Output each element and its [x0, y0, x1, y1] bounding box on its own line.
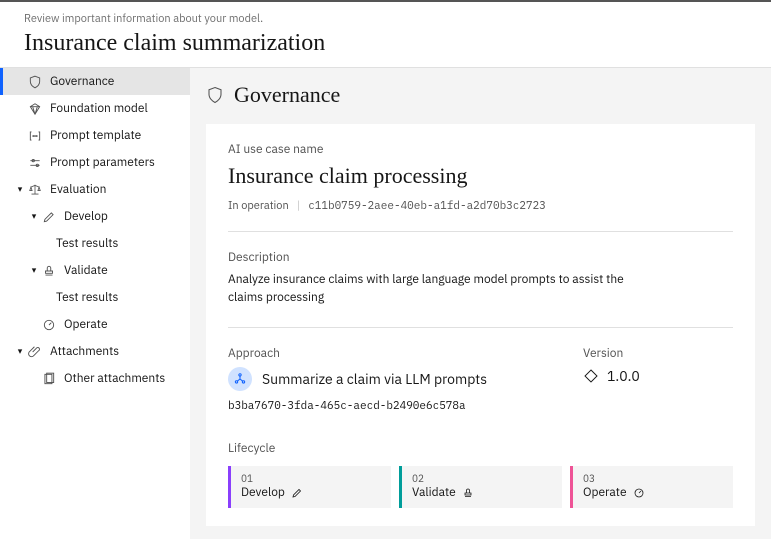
lifecycle-steps: 01 Develop 02 Validate 03 O: [228, 466, 733, 508]
shield-icon: [28, 75, 44, 89]
sidebar-item-prompt-parameters[interactable]: Prompt parameters: [0, 149, 190, 176]
sidebar-item-label: Foundation model: [50, 101, 148, 116]
lifecycle-label: Lifecycle: [228, 441, 733, 456]
sidebar-item-label: Develop: [64, 209, 108, 224]
sliders-icon: [28, 156, 44, 170]
page-title: Insurance claim summarization: [24, 30, 751, 57]
governance-card: AI use case name Insurance claim process…: [206, 124, 755, 526]
pencil-icon: [42, 210, 58, 224]
chevron-down-icon: ▾: [28, 265, 40, 276]
usecase-id: c11b0759-2aee-40eb-a1fd-a2d70b3c2723: [308, 199, 546, 213]
stamp-icon: [462, 487, 474, 499]
sidebar-item-operate[interactable]: Operate: [0, 311, 190, 338]
sidebar-item-label: Evaluation: [50, 182, 106, 197]
sidebar-item-validate-test-results[interactable]: Test results: [0, 284, 190, 311]
lifecycle-step-num: 02: [412, 472, 552, 485]
version-value: 1.0.0: [607, 367, 640, 385]
sidebar-item-label: Other attachments: [64, 371, 165, 386]
paperclip-icon: [28, 345, 44, 359]
approach-block: Approach Summarize a claim via LLM promp…: [228, 346, 583, 413]
lifecycle-step-develop[interactable]: 01 Develop: [228, 466, 391, 508]
page-header: Review important information about your …: [0, 2, 771, 67]
header-subtitle: Review important information about your …: [24, 12, 751, 26]
sidebar: Governance Foundation model Prompt templ…: [0, 67, 190, 539]
sidebar-item-label: Attachments: [50, 344, 119, 359]
sidebar-item-label: Test results: [56, 290, 118, 305]
sidebar-item-label: Prompt parameters: [50, 155, 155, 170]
gauge-icon: [633, 487, 645, 499]
lifecycle-step-num: 01: [241, 472, 381, 485]
lifecycle-step-validate[interactable]: 02 Validate: [399, 466, 562, 508]
diamond-icon: [28, 102, 44, 116]
lifecycle-step-name: Operate: [583, 485, 723, 500]
scale-icon: [28, 183, 44, 197]
chevron-down-icon: ▾: [14, 184, 26, 195]
chevron-down-icon: ▾: [28, 211, 40, 222]
gauge-icon: [42, 318, 58, 332]
sidebar-item-governance[interactable]: Governance: [0, 68, 190, 95]
sidebar-item-label: Operate: [64, 317, 108, 332]
separator: |: [297, 199, 300, 213]
stamp-icon: [42, 264, 58, 278]
chevron-down-icon: ▾: [14, 346, 26, 357]
sidebar-item-develop-test-results[interactable]: Test results: [0, 230, 190, 257]
lifecycle-step-operate[interactable]: 03 Operate: [570, 466, 733, 508]
usecase-name: Insurance claim processing: [228, 163, 733, 189]
sidebar-item-validate[interactable]: ▾ Validate: [0, 257, 190, 284]
sidebar-item-attachments[interactable]: ▾ Attachments: [0, 338, 190, 365]
version-label: Version: [583, 346, 733, 361]
shield-icon: [206, 86, 224, 104]
sidebar-item-label: Prompt template: [50, 128, 141, 143]
main-content: Governance AI use case name Insurance cl…: [190, 67, 771, 539]
usecase-meta: In operation | c11b0759-2aee-40eb-a1fd-a…: [228, 199, 733, 232]
pencil-icon: [291, 487, 303, 499]
brackets-icon: [28, 129, 44, 143]
sidebar-item-prompt-template[interactable]: Prompt template: [0, 122, 190, 149]
usecase-label: AI use case name: [228, 142, 733, 157]
approach-id: b3ba7670-3fda-465c-aecd-b2490e6c578a: [228, 399, 583, 413]
sidebar-item-evaluation[interactable]: ▾ Evaluation: [0, 176, 190, 203]
page-body: Governance Foundation model Prompt templ…: [0, 67, 771, 539]
approach-icon: [228, 367, 252, 391]
lifecycle-step-name: Validate: [412, 485, 552, 500]
version-line: 1.0.0: [583, 367, 733, 385]
sidebar-item-other-attachments[interactable]: Other attachments: [0, 365, 190, 392]
sidebar-item-foundation-model[interactable]: Foundation model: [0, 95, 190, 122]
description-text: Analyze insurance claims with large lang…: [228, 271, 648, 307]
document-icon: [42, 372, 58, 386]
diamond-outline-icon: [583, 368, 599, 384]
description-label: Description: [228, 250, 733, 265]
approach-name: Summarize a claim via LLM prompts: [262, 370, 487, 388]
approach-line: Summarize a claim via LLM prompts: [228, 367, 583, 391]
sidebar-item-label: Governance: [50, 74, 114, 89]
section-title: Governance: [234, 82, 340, 108]
sidebar-item-develop[interactable]: ▾ Develop: [0, 203, 190, 230]
description-block: Description Analyze insurance claims wit…: [228, 232, 733, 328]
sidebar-item-label: Test results: [56, 236, 118, 251]
sidebar-item-label: Validate: [64, 263, 108, 278]
approach-label: Approach: [228, 346, 583, 361]
approach-version-row: Approach Summarize a claim via LLM promp…: [228, 328, 733, 413]
lifecycle-step-num: 03: [583, 472, 723, 485]
lifecycle-step-name: Develop: [241, 485, 381, 500]
section-header: Governance: [190, 68, 771, 114]
version-block: Version 1.0.0: [583, 346, 733, 413]
usecase-status: In operation: [228, 199, 289, 213]
